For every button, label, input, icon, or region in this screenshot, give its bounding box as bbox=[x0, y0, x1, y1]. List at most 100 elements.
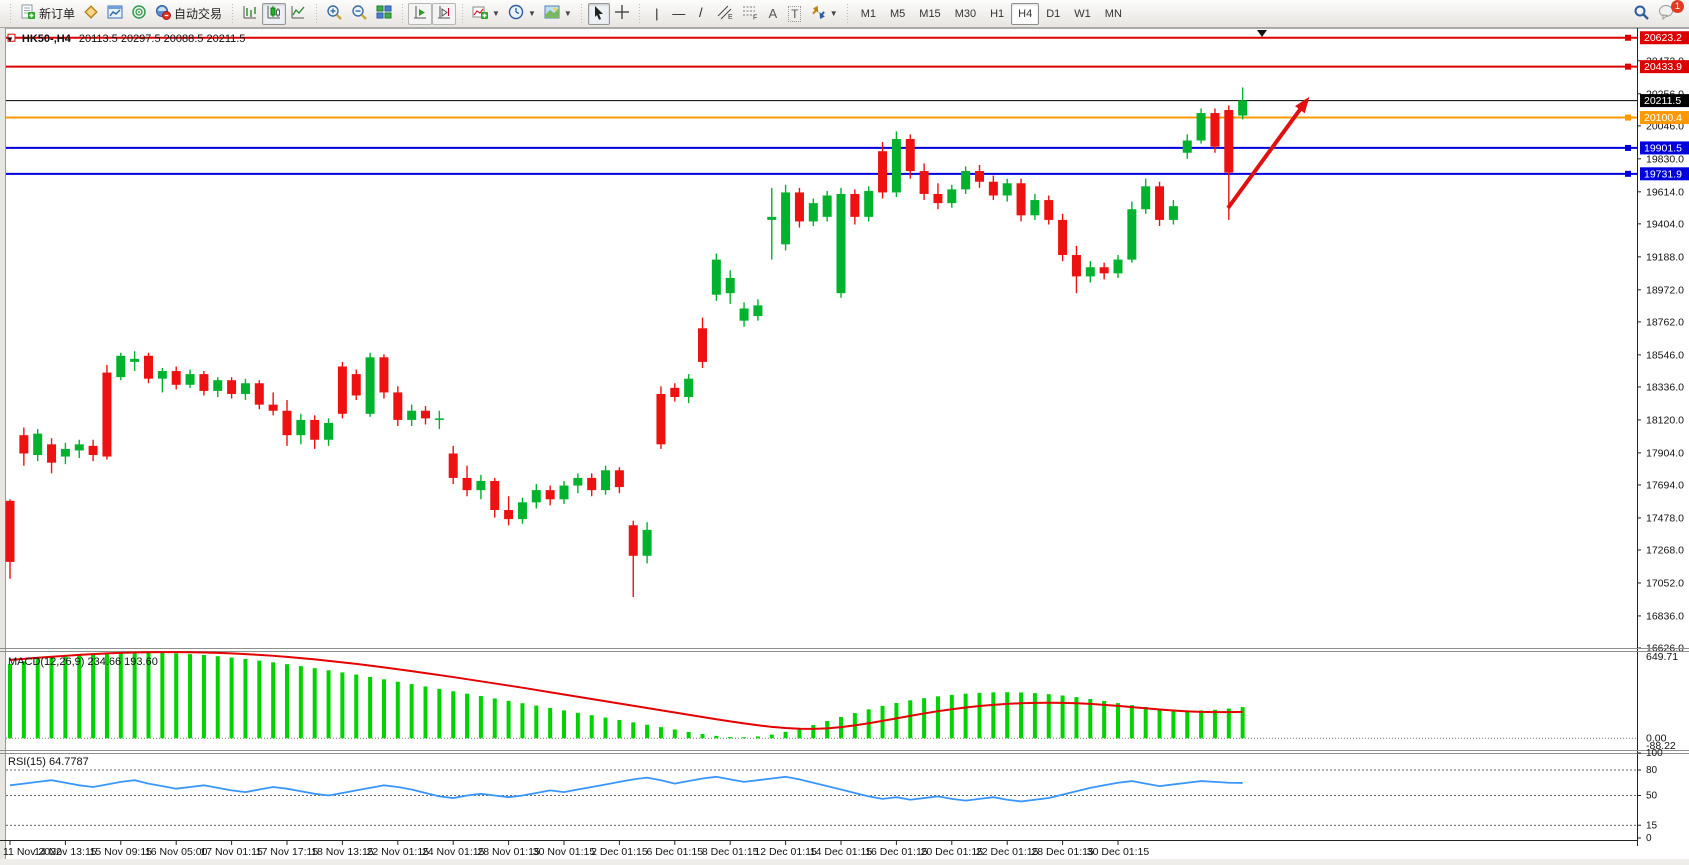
toolbar-drag-handle[interactable] bbox=[8, 4, 12, 24]
trend-arrow-annotation[interactable] bbox=[1228, 100, 1307, 208]
macd-bar bbox=[257, 661, 261, 739]
candle bbox=[366, 357, 375, 413]
timeframe-w1[interactable]: W1 bbox=[1067, 3, 1098, 25]
macd-bar bbox=[327, 670, 331, 738]
line-handle[interactable] bbox=[1625, 64, 1631, 70]
new-order-button[interactable]: 新订单 bbox=[16, 3, 79, 25]
candle bbox=[656, 394, 665, 444]
bar-chart-button[interactable] bbox=[238, 3, 262, 25]
horizontal-line-tool[interactable]: — bbox=[668, 3, 690, 25]
candle bbox=[864, 191, 873, 217]
symbol-marker-icon: ▼ bbox=[6, 35, 14, 44]
new-chart-button[interactable] bbox=[103, 3, 127, 25]
macd-bar bbox=[520, 703, 524, 738]
auto-scroll-button[interactable] bbox=[408, 3, 432, 25]
macd-bar bbox=[784, 732, 788, 738]
timeframe-d1[interactable]: D1 bbox=[1039, 3, 1067, 25]
macd-bar bbox=[451, 691, 455, 738]
search-button[interactable] bbox=[1629, 3, 1654, 25]
svg-text:80: 80 bbox=[1646, 765, 1658, 776]
timeframe-m1[interactable]: M1 bbox=[854, 3, 883, 25]
macd-bar bbox=[313, 668, 317, 738]
toolbar-drag-handle[interactable] bbox=[638, 4, 642, 24]
toolbar-drag-handle[interactable] bbox=[580, 4, 584, 24]
crosshair-button[interactable] bbox=[610, 3, 634, 25]
candlestick-chart-button[interactable] bbox=[262, 3, 286, 25]
macd-bar bbox=[756, 736, 760, 738]
candle bbox=[241, 383, 250, 394]
macd-bar bbox=[964, 694, 968, 739]
svg-text:19830.0: 19830.0 bbox=[1646, 153, 1684, 165]
svg-text:16 Nov 05:00: 16 Nov 05:00 bbox=[145, 846, 208, 858]
channel-tool[interactable]: E bbox=[712, 3, 737, 25]
toolbar-drag-handle[interactable] bbox=[400, 4, 404, 24]
macd-signal-line bbox=[10, 652, 1243, 729]
macd-bar bbox=[410, 684, 414, 738]
text-label-tool[interactable]: T bbox=[784, 3, 806, 25]
candle bbox=[33, 434, 42, 455]
macd-bar bbox=[936, 696, 940, 738]
panel-separators[interactable] bbox=[0, 649, 1689, 754]
macd-indicator-label: MACD(12,26,9) 234.66 193.60 bbox=[8, 656, 158, 668]
rsi-indicator-label: RSI(15) 64.7787 bbox=[8, 756, 89, 768]
toolbar-drag-handle[interactable] bbox=[314, 4, 318, 24]
svg-text:24 Nov 01:15: 24 Nov 01:15 bbox=[422, 846, 485, 858]
text-tool[interactable]: A bbox=[762, 3, 784, 25]
candle bbox=[933, 194, 942, 203]
periods-icon bbox=[508, 4, 524, 23]
candle bbox=[310, 420, 319, 440]
timeframe-m5[interactable]: M5 bbox=[883, 3, 912, 25]
svg-text:14 Nov 13:15: 14 Nov 13:15 bbox=[34, 846, 97, 858]
chart-canvas[interactable]: 20472.020256.020046.019830.019614.019404… bbox=[0, 28, 1689, 865]
candle bbox=[449, 453, 458, 477]
vertical-line-icon: | bbox=[655, 6, 658, 21]
timeframe-m30[interactable]: M30 bbox=[948, 3, 983, 25]
chart-svg[interactable]: 20472.020256.020046.019830.019614.019404… bbox=[0, 28, 1689, 865]
macd-bar bbox=[576, 713, 580, 738]
candle bbox=[227, 380, 236, 394]
zoom-out-icon bbox=[351, 4, 368, 24]
toolbar-drag-handle[interactable] bbox=[230, 4, 234, 24]
toolbar-drag-handle[interactable] bbox=[460, 4, 464, 24]
macd-bar bbox=[63, 656, 67, 739]
toolbar-drag-handle[interactable] bbox=[846, 4, 850, 24]
notifications-button[interactable]: 1 bbox=[1654, 3, 1679, 25]
candle bbox=[1003, 183, 1012, 195]
line-handle[interactable] bbox=[1625, 145, 1631, 151]
candle bbox=[587, 478, 596, 490]
timeframe-m15[interactable]: M15 bbox=[912, 3, 947, 25]
candle bbox=[518, 502, 527, 519]
line-chart-button[interactable] bbox=[286, 3, 310, 25]
chart-shift-button[interactable] bbox=[432, 3, 456, 25]
candle bbox=[643, 530, 652, 556]
candle bbox=[1155, 186, 1164, 220]
line-handle[interactable] bbox=[1625, 35, 1631, 41]
macd-bar bbox=[8, 664, 12, 738]
line-handle[interactable] bbox=[1625, 115, 1631, 121]
cursor-button[interactable] bbox=[588, 3, 610, 25]
arrows-tool[interactable]: ▼ bbox=[806, 3, 842, 25]
line-handle[interactable] bbox=[1625, 171, 1631, 177]
svg-text:18 Nov 13:15: 18 Nov 13:15 bbox=[311, 846, 374, 858]
candle bbox=[726, 278, 735, 293]
trendline-tool[interactable]: / bbox=[690, 3, 712, 25]
zoom-out-button[interactable] bbox=[347, 3, 372, 25]
tile-windows-button[interactable] bbox=[372, 3, 396, 25]
autotrade-button[interactable]: 自动交易 bbox=[151, 3, 226, 25]
signals-icon bbox=[131, 4, 147, 23]
indicators-button[interactable]: ▼ bbox=[468, 3, 504, 25]
zoom-in-button[interactable] bbox=[322, 3, 347, 25]
candle bbox=[324, 423, 333, 440]
timeframe-mn[interactable]: MN bbox=[1098, 3, 1129, 25]
candle bbox=[158, 371, 167, 379]
templates-button[interactable]: ▼ bbox=[540, 3, 576, 25]
fibonacci-tool[interactable]: F bbox=[737, 3, 762, 25]
periods-button[interactable]: ▼ bbox=[504, 3, 540, 25]
line-chart-icon bbox=[290, 4, 306, 23]
timeframe-h4[interactable]: H4 bbox=[1011, 3, 1039, 25]
timeframe-h1[interactable]: H1 bbox=[983, 3, 1011, 25]
vertical-line-tool[interactable]: | bbox=[646, 3, 668, 25]
signals-button[interactable] bbox=[127, 3, 151, 25]
profiles-button[interactable] bbox=[79, 3, 103, 25]
candle bbox=[1169, 206, 1178, 220]
